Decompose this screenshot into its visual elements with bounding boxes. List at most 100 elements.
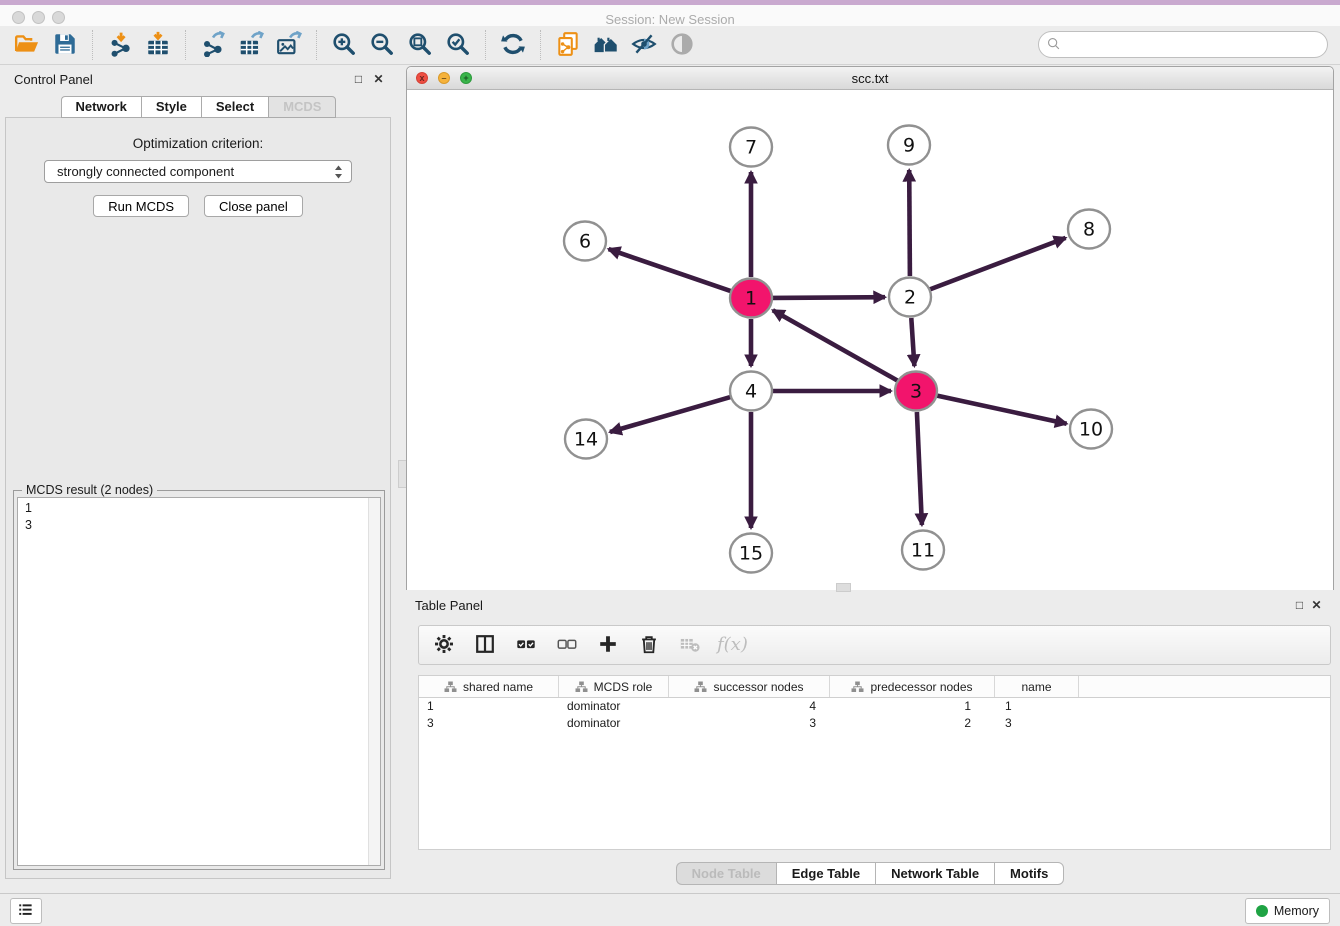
control-panel: Control Panel □ ✕ NetworkStyleSelectMCDS… (0, 68, 397, 882)
edge-1-6[interactable] (609, 249, 732, 291)
zoom-selected-button[interactable] (443, 30, 473, 60)
table-cell[interactable]: dominator (559, 715, 669, 732)
select-all-icon (515, 633, 537, 658)
column-header-name[interactable]: name (995, 676, 1079, 697)
column-header-predecessor-nodes[interactable]: predecessor nodes (830, 676, 995, 697)
save-session-button[interactable] (50, 30, 80, 60)
select-all-columns-button[interactable] (513, 632, 539, 658)
mcds-result-text[interactable]: 1 3 (17, 497, 381, 866)
tab-edge-table[interactable]: Edge Table (776, 862, 875, 885)
toolbar-group (486, 30, 540, 60)
tab-mcds[interactable]: MCDS (268, 96, 336, 118)
edge-3-11[interactable] (917, 412, 922, 525)
svg-text:9: 9 (903, 135, 915, 157)
mcds-result-title: MCDS result (2 nodes) (22, 483, 157, 497)
zoom-fit-button[interactable] (405, 30, 435, 60)
status-bar: Memory (0, 893, 1340, 926)
export-image-icon (276, 31, 302, 60)
graph-node-11[interactable]: 11 (902, 531, 944, 570)
export-network-icon (200, 31, 226, 60)
open-session-button[interactable] (12, 30, 42, 60)
graph-node-6[interactable]: 6 (564, 222, 606, 261)
network-window-titlebar: x – + scc.txt (407, 67, 1333, 90)
network-canvas[interactable]: 7 9 6 8 1 2 4 3 14 10 15 11 (407, 90, 1333, 590)
tab-select[interactable]: Select (201, 96, 268, 118)
edge-2-8[interactable] (930, 238, 1066, 290)
table-cell[interactable]: 2 (830, 715, 995, 732)
svg-text:8: 8 (1083, 219, 1095, 241)
edge-2-9[interactable] (909, 170, 910, 276)
edge-4-14[interactable] (610, 397, 731, 432)
graph-node-4[interactable]: 4 (730, 372, 772, 411)
edge-3-1[interactable] (773, 310, 898, 380)
tab-network[interactable]: Network (61, 96, 141, 118)
control-panel-close-icon[interactable]: ✕ (372, 73, 385, 86)
edge-1-2[interactable] (772, 297, 885, 298)
zoom-out-button[interactable] (367, 30, 397, 60)
graph-node-2[interactable]: 2 (889, 278, 931, 317)
table-cell[interactable]: 3 (669, 715, 830, 732)
tab-motifs[interactable]: Motifs (994, 862, 1064, 885)
run-mcds-button[interactable]: Run MCDS (93, 195, 189, 217)
birds-eye-view-button[interactable] (667, 30, 697, 60)
deselect-all-columns-button[interactable] (554, 632, 580, 658)
table-cell[interactable]: 1 (830, 698, 995, 715)
column-tree-icon (575, 681, 588, 693)
column-header-successor-nodes[interactable]: successor nodes (669, 676, 830, 697)
apply-layout-button[interactable] (498, 30, 528, 60)
edge-3-10[interactable] (937, 396, 1067, 424)
tab-style[interactable]: Style (141, 96, 201, 118)
import-network-button[interactable] (105, 30, 135, 60)
toggle-columns-button[interactable] (472, 632, 498, 658)
clone-network-button[interactable] (553, 30, 583, 60)
zoom-in-button[interactable] (329, 30, 359, 60)
optimization-criterion-select[interactable]: strongly connected component (44, 160, 352, 183)
mcds-result-scrollbar[interactable] (368, 498, 380, 865)
table-row[interactable]: 3dominator323 (419, 715, 1330, 732)
column-header-shared-name[interactable]: shared name (419, 676, 559, 697)
graph-node-15[interactable]: 15 (730, 534, 772, 573)
tab-network-table[interactable]: Network Table (875, 862, 994, 885)
close-panel-button[interactable]: Close panel (204, 195, 303, 217)
table-cell[interactable]: 3 (995, 715, 1079, 732)
optimization-criterion-value: strongly connected component (57, 164, 234, 179)
table-row[interactable]: 1dominator411 (419, 698, 1330, 715)
graph-node-10[interactable]: 10 (1070, 410, 1112, 449)
table-cell[interactable]: 4 (669, 698, 830, 715)
horizontal-splitter-grip[interactable] (836, 583, 851, 592)
home-button[interactable] (591, 30, 621, 60)
memory-button[interactable]: Memory (1245, 898, 1330, 924)
export-network-button[interactable] (198, 30, 228, 60)
delete-columns-button[interactable] (636, 632, 662, 658)
table-cell[interactable]: 1 (995, 698, 1079, 715)
create-column-button[interactable] (595, 632, 621, 658)
table-cell[interactable]: dominator (559, 698, 669, 715)
table-panel-header: Table Panel □ ✕ (406, 594, 1334, 618)
function-builder-button: f(x) (718, 632, 744, 658)
graph-node-14[interactable]: 14 (565, 420, 607, 459)
table-cell[interactable]: 1 (419, 698, 559, 715)
table-settings-button[interactable] (431, 632, 457, 658)
graph-node-7[interactable]: 7 (730, 128, 772, 167)
control-panel-float-icon[interactable]: □ (352, 73, 365, 86)
export-image-button[interactable] (274, 30, 304, 60)
hide-graphics-details-button[interactable] (629, 30, 659, 60)
column-tree-icon (694, 681, 707, 693)
column-header-MCDS-role[interactable]: MCDS role (559, 676, 669, 697)
tab-node-table[interactable]: Node Table (676, 862, 776, 885)
task-history-button[interactable] (10, 898, 42, 924)
graph-node-3[interactable]: 3 (895, 372, 937, 411)
graph-node-1[interactable]: 1 (730, 279, 772, 318)
network-window-title: scc.txt (407, 71, 1333, 86)
edge-2-3[interactable] (911, 318, 914, 366)
export-table-button[interactable] (236, 30, 266, 60)
table-cell[interactable]: 3 (419, 715, 559, 732)
graph-node-9[interactable]: 9 (888, 126, 930, 165)
import-table-button[interactable] (143, 30, 173, 60)
table-panel-tabs: Node TableEdge TableNetwork TableMotifs (406, 862, 1334, 885)
memory-label: Memory (1274, 904, 1319, 918)
search-input[interactable] (1038, 31, 1328, 58)
graph-node-8[interactable]: 8 (1068, 210, 1110, 249)
table-panel-close-icon[interactable]: ✕ (1310, 599, 1323, 612)
table-panel-float-icon[interactable]: □ (1293, 599, 1306, 612)
